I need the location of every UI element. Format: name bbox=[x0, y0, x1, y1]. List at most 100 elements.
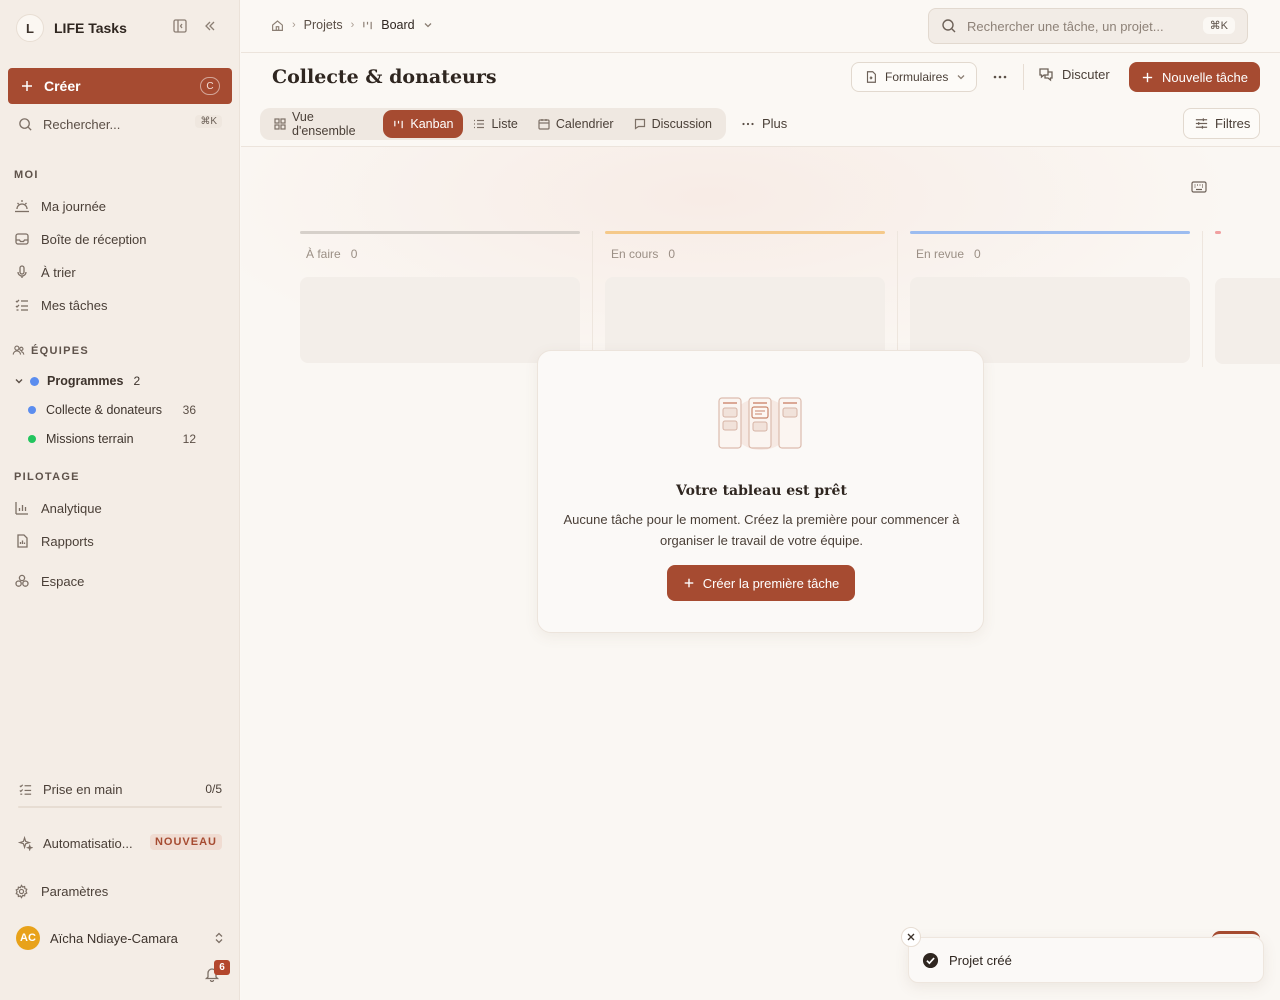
empty-state-title: Votre tableau est prêt bbox=[676, 483, 847, 499]
new-task-label: Nouvelle tâche bbox=[1162, 69, 1248, 85]
column-color-bar bbox=[300, 231, 580, 234]
chevron-down-icon bbox=[956, 72, 966, 82]
empty-state-card: Votre tableau est prêt Aucune tâche pour… bbox=[537, 350, 984, 633]
top-bar: › Projets › Board Rechercher une tâche, … bbox=[241, 0, 1280, 53]
sidebar-item-inbox[interactable]: Boîte de réception bbox=[14, 226, 226, 252]
search-icon bbox=[941, 18, 957, 34]
inbox-icon bbox=[14, 231, 30, 247]
workspace-switcher[interactable]: L LIFE Tasks bbox=[16, 14, 127, 42]
collapse-sidebar-icon[interactable] bbox=[202, 18, 218, 34]
keyboard-icon[interactable] bbox=[1191, 180, 1207, 194]
sidebar-search-shortcut: ⌘K bbox=[195, 115, 222, 128]
toast-close-button[interactable] bbox=[901, 927, 921, 947]
project-name: Missions terrain bbox=[46, 432, 134, 446]
breadcrumb-separator: › bbox=[292, 19, 296, 31]
users-icon bbox=[12, 344, 25, 357]
sidebar-item-automation[interactable]: Automatisatio... NOUVEAU bbox=[18, 832, 222, 854]
empty-state-description: Aucune tâche pour le moment. Créez la pr… bbox=[563, 512, 960, 548]
getting-started[interactable]: Prise en main 0/5 bbox=[18, 778, 222, 800]
list-icon bbox=[473, 118, 485, 130]
automation-label: Automatisatio... bbox=[43, 835, 133, 851]
team-count: 2 bbox=[133, 374, 141, 388]
tab-overview[interactable]: Vue d'ensemble bbox=[264, 110, 383, 138]
column-header: À faire 0 bbox=[306, 247, 580, 261]
sidebar-panel-icon[interactable] bbox=[172, 18, 188, 34]
sidebar-item-my-day[interactable]: Ma journée bbox=[14, 193, 226, 219]
column-divider bbox=[1202, 231, 1203, 367]
project-item-collecte[interactable]: Collecte & donateurs 36 bbox=[28, 398, 224, 422]
user-menu[interactable]: AC Aïcha Ndiaye-Camara bbox=[16, 926, 224, 950]
column-placeholder bbox=[1215, 278, 1280, 364]
more-views-label: Plus bbox=[762, 116, 788, 131]
column-color-bar bbox=[605, 231, 885, 234]
tab-label: Discussion bbox=[651, 117, 712, 131]
column-count: 0 bbox=[668, 247, 676, 261]
create-button[interactable]: Créer C bbox=[8, 68, 232, 104]
tasks-icon bbox=[14, 297, 30, 313]
more-views-button[interactable]: Plus bbox=[742, 116, 787, 131]
column-divider bbox=[592, 231, 593, 367]
discuss-button[interactable]: Discuter bbox=[1038, 66, 1110, 82]
toast-notification: Projet créé bbox=[908, 937, 1264, 983]
column-color-bar bbox=[910, 231, 1190, 234]
ellipsis-icon bbox=[993, 75, 1007, 79]
tab-list[interactable]: Liste bbox=[463, 110, 527, 138]
home-icon[interactable] bbox=[271, 19, 284, 32]
getting-started-progress-bar bbox=[18, 806, 222, 808]
sidebar-item-analytics[interactable]: Analytique bbox=[14, 495, 226, 521]
sidebar-item-label: Rapports bbox=[41, 533, 94, 549]
filters-button[interactable]: Filtres bbox=[1183, 108, 1260, 139]
view-tabs: Vue d'ensemble Kanban Liste Calendrier D… bbox=[260, 108, 726, 140]
sidebar-item-reports[interactable]: Rapports bbox=[14, 528, 226, 554]
tab-calendar[interactable]: Calendrier bbox=[528, 110, 624, 138]
sidebar-item-label: Ma journée bbox=[41, 198, 107, 214]
sidebar-item-my-tasks[interactable]: Mes tâches bbox=[14, 292, 226, 318]
breadcrumb-projects[interactable]: Projets bbox=[304, 18, 343, 32]
create-first-task-button[interactable]: Créer la première tâche bbox=[667, 565, 855, 601]
sidebar-item-space[interactable]: Espace bbox=[14, 568, 226, 594]
avatar: AC bbox=[16, 926, 40, 950]
column-count: 0 bbox=[974, 247, 981, 261]
sidebar-item-label: Analytique bbox=[41, 500, 102, 516]
check-circle-icon bbox=[922, 952, 939, 969]
sidebar-item-label: Espace bbox=[41, 573, 85, 589]
section-teams-label: ÉQUIPES bbox=[31, 344, 90, 357]
tab-kanban[interactable]: Kanban bbox=[383, 110, 464, 138]
project-name: Collecte & donateurs bbox=[46, 403, 163, 417]
tab-label: Vue d'ensemble bbox=[292, 110, 356, 138]
new-task-button[interactable]: Nouvelle tâche bbox=[1129, 62, 1260, 92]
tab-discussion[interactable]: Discussion bbox=[624, 110, 722, 138]
global-search-placeholder: Rechercher une tâche, un projet... bbox=[967, 18, 1164, 34]
kanban-icon bbox=[393, 119, 404, 130]
grid-icon bbox=[274, 118, 286, 130]
chevron-down-icon[interactable] bbox=[423, 20, 433, 30]
chevron-down-icon[interactable] bbox=[14, 376, 24, 386]
sidebar-search-label: Rechercher... bbox=[43, 116, 121, 132]
global-search[interactable]: Rechercher une tâche, un projet... ⌘K bbox=[928, 8, 1248, 44]
project-item-missions[interactable]: Missions terrain 12 bbox=[28, 427, 224, 451]
plus-icon bbox=[1141, 71, 1154, 84]
column-in-review: En revue 0 bbox=[910, 231, 1190, 363]
forms-button[interactable]: Formulaires bbox=[851, 62, 977, 92]
mic-icon bbox=[14, 264, 30, 280]
report-icon bbox=[14, 533, 30, 549]
project-color-dot bbox=[28, 435, 36, 443]
space-icon bbox=[14, 573, 30, 589]
sunrise-icon bbox=[14, 198, 30, 214]
calendar-icon bbox=[538, 118, 550, 130]
column-divider bbox=[897, 231, 898, 367]
sidebar-item-settings[interactable]: Paramètres bbox=[14, 884, 108, 899]
column-color-bar bbox=[1215, 231, 1221, 234]
more-options-button[interactable] bbox=[990, 68, 1010, 86]
breadcrumb-current[interactable]: Board bbox=[381, 18, 414, 32]
create-shortcut: C bbox=[200, 77, 220, 95]
team-programmes[interactable]: Programmes 2 bbox=[14, 369, 224, 393]
search-icon bbox=[18, 117, 33, 132]
settings-label: Paramètres bbox=[41, 884, 109, 899]
sliders-icon bbox=[1194, 116, 1209, 131]
sidebar-item-triage[interactable]: À trier bbox=[14, 259, 226, 285]
kanban-board: À faire 0 En cours 0 En revue 0 Votre ta… bbox=[241, 147, 1280, 1000]
project-count: 36 bbox=[182, 403, 196, 417]
column-header: En cours 0 bbox=[611, 247, 885, 261]
sidebar-search[interactable]: Rechercher... ⌘K bbox=[8, 110, 232, 138]
